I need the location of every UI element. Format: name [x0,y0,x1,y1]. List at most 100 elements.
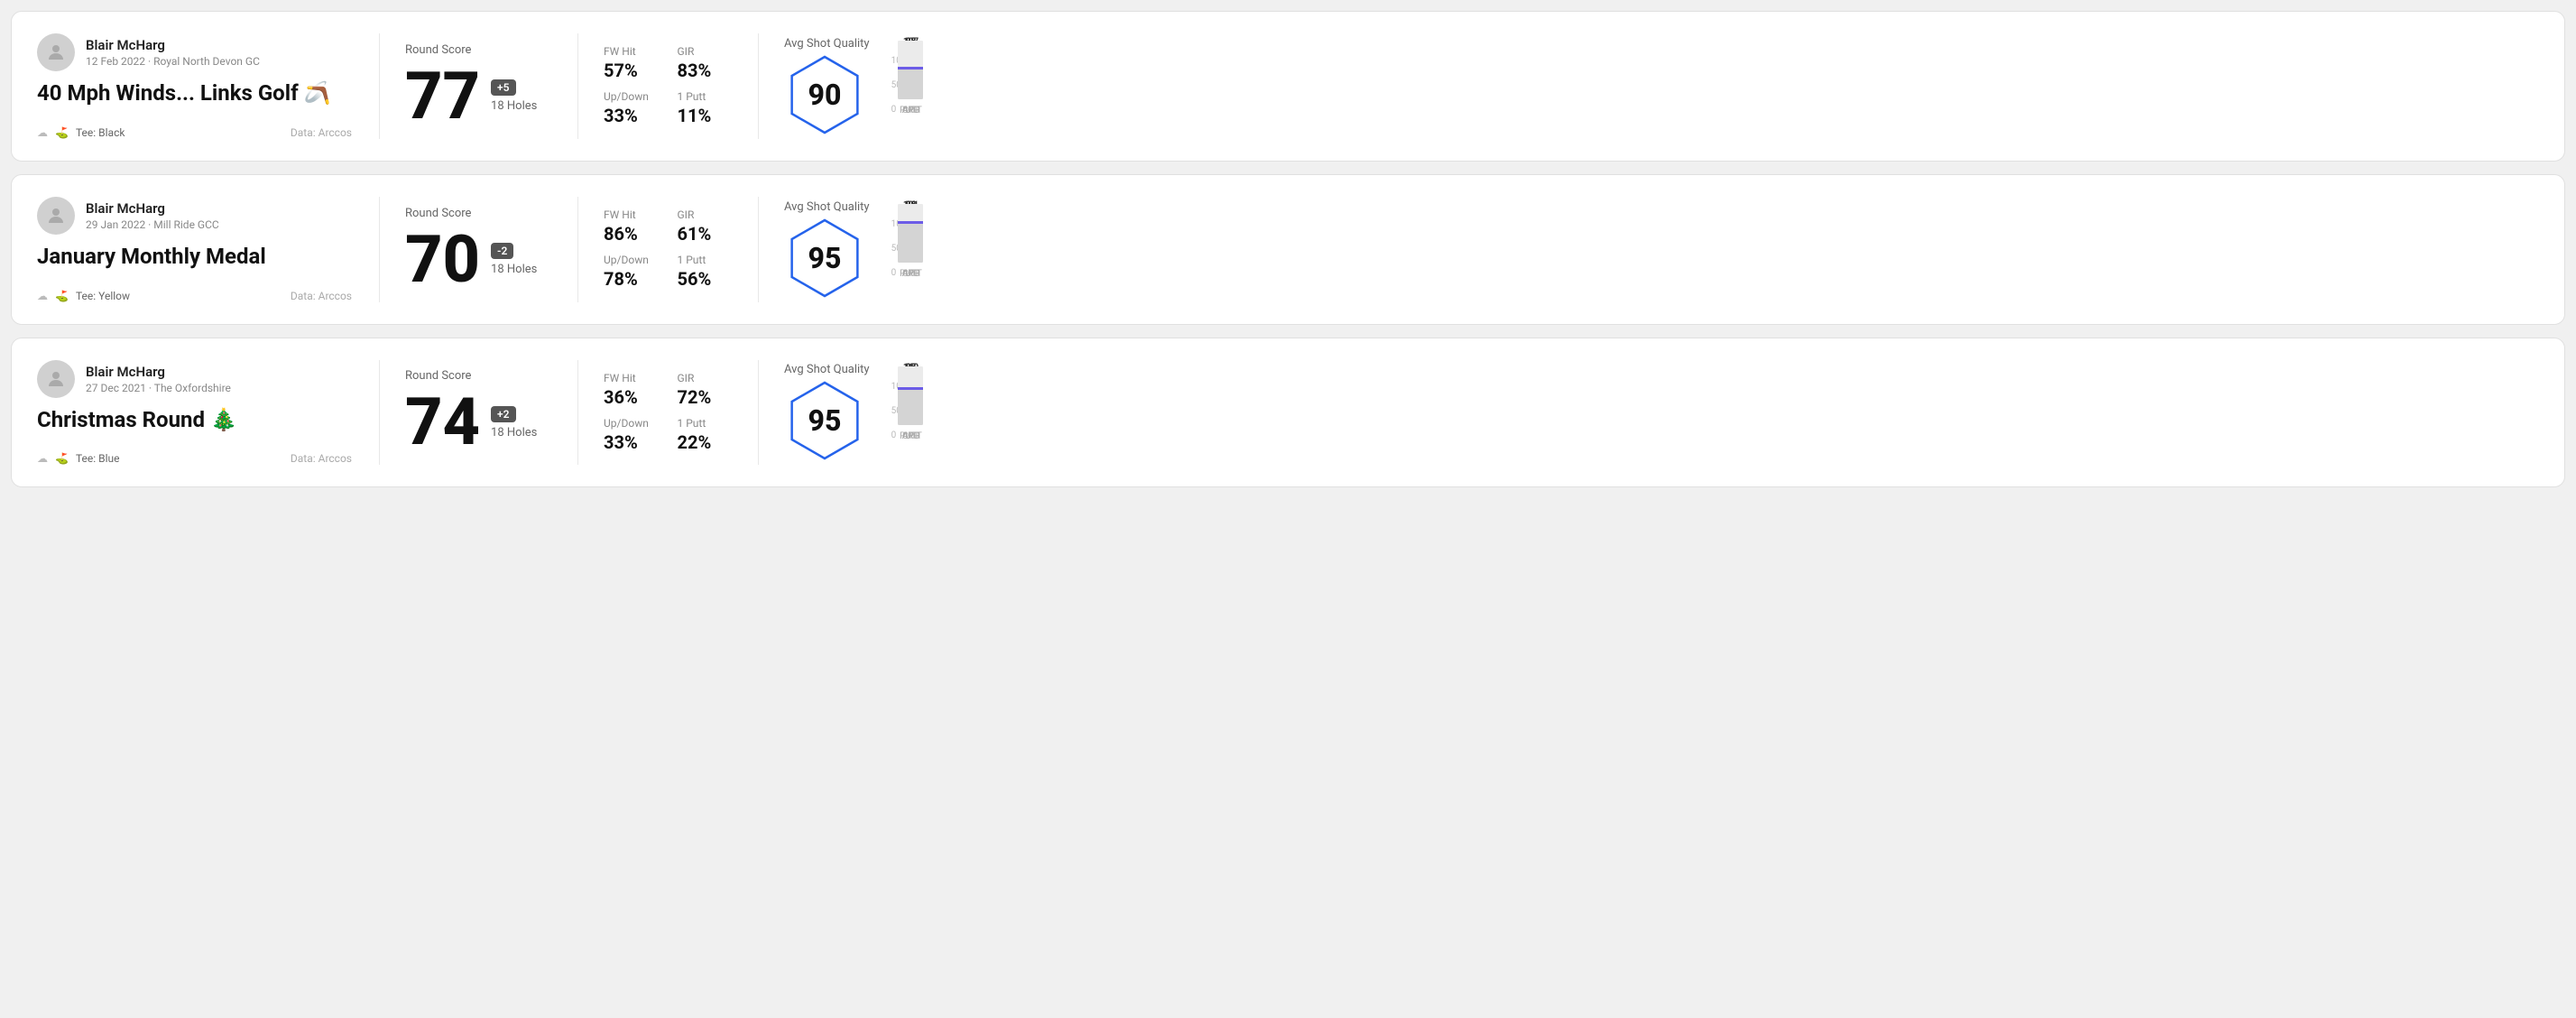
card-left-section: Blair McHarg 27 Dec 2021 · The Oxfordshi… [37,360,380,466]
quality-score-value: 95 [808,403,842,438]
user-date-course: 29 Jan 2022 · Mill Ride GCC [86,218,219,231]
one-putt-stat: 1 Putt 56% [678,254,734,290]
score-row: 70 -2 18 Holes [405,227,552,292]
updown-value: 78% [604,268,660,290]
data-source: Data: Arccos [291,126,352,139]
quality-score-value: 90 [808,78,842,112]
updown-value: 33% [604,431,660,453]
fw-hit-value: 86% [604,223,660,245]
one-putt-label: 1 Putt [678,90,734,103]
avatar [37,360,75,398]
data-source: Data: Arccos [291,290,352,302]
score-diff-badge: +5 [491,79,515,96]
shot-quality-section: Avg Shot Quality 90 100 50 0 107 OTT [759,33,2539,139]
user-name: Blair McHarg [86,200,219,217]
round-title: January Monthly Medal [37,244,352,270]
score-badge-col: -2 18 Holes [491,243,537,276]
bar-x-label: PUTT [900,431,922,441]
gir-stat: GIR 72% [678,372,734,408]
gir-value: 72% [678,386,734,408]
stats-section: FW Hit 57% GIR 83% Up/Down 33% 1 Putt 11… [578,33,759,139]
avg-shot-quality-label: Avg Shot Quality [784,363,870,376]
tee-label: Tee: Black [76,126,125,139]
data-source: Data: Arccos [291,452,352,465]
score-number: 77 [405,64,480,129]
score-badge-col: +5 18 Holes [491,79,537,113]
one-putt-value: 11% [678,105,734,126]
gir-value: 83% [678,60,734,81]
round-score-label: Round Score [405,207,552,220]
updown-label: Up/Down [604,417,660,430]
quality-score-col: Avg Shot Quality 90 [784,37,870,135]
one-putt-stat: 1 Putt 22% [678,417,734,453]
user-date-course: 12 Feb 2022 · Royal North Devon GC [86,55,260,68]
hex-score-container: 95 [784,380,870,461]
gir-stat: GIR 83% [678,45,734,81]
holes-label: 18 Holes [491,99,537,113]
shot-quality-section: Avg Shot Quality 95 100 50 0 101 OTT [759,197,2539,302]
score-number: 74 [405,390,480,455]
user-date-course: 27 Dec 2021 · The Oxfordshire [86,382,231,394]
user-name: Blair McHarg [86,364,231,380]
user-text: Blair McHarg 27 Dec 2021 · The Oxfordshi… [86,364,231,394]
updown-stat: Up/Down 33% [604,90,660,126]
one-putt-value: 56% [678,268,734,290]
hex-container: 90 [784,54,865,135]
fw-hit-stat: FW Hit 57% [604,45,660,81]
stats-grid: FW Hit 86% GIR 61% Up/Down 78% 1 Putt 56… [604,208,733,290]
score-row: 77 +5 18 Holes [405,64,552,129]
bag-icon: ⛳ [55,290,69,302]
card-left-section: Blair McHarg 12 Feb 2022 · Royal North D… [37,33,380,139]
round-card: Blair McHarg 29 Jan 2022 · Mill Ride GCC… [11,174,2565,325]
fw-hit-label: FW Hit [604,372,660,384]
bar-chart-wrapper: 100 50 0 101 OTT 86 APP 96 ARG [891,202,2514,297]
bar-x-label: PUTT [900,269,922,279]
fw-hit-value: 36% [604,386,660,408]
user-name: Blair McHarg [86,37,260,53]
avatar [37,197,75,235]
hex-container: 95 [784,380,865,461]
tee-label: Tee: Blue [76,452,120,465]
card-left-section: Blair McHarg 29 Jan 2022 · Mill Ride GCC… [37,197,380,302]
bar-chart-wrapper: 100 50 0 107 OTT 95 APP 98 ARG [891,39,2514,134]
gir-label: GIR [678,372,734,384]
avg-shot-quality-label: Avg Shot Quality [784,37,870,51]
tee-info: ☁ ⛳ Tee: Black [37,126,125,139]
bag-icon: ⛳ [55,126,69,139]
score-number: 70 [405,227,480,292]
round-title: Christmas Round 🎄 [37,407,352,433]
round-card: Blair McHarg 27 Dec 2021 · The Oxfordshi… [11,338,2565,488]
card-footer: ☁ ⛳ Tee: Black Data: Arccos [37,126,352,139]
round-score-section: Round Score 74 +2 18 Holes [380,360,578,466]
tee-label: Tee: Yellow [76,290,130,302]
bar-chart-wrapper: 100 50 0 110 OTT 87 APP 95 ARG [891,365,2514,459]
updown-stat: Up/Down 33% [604,417,660,453]
bar-x-label: PUTT [900,106,922,116]
card-footer: ☁ ⛳ Tee: Yellow Data: Arccos [37,290,352,302]
tee-info: ☁ ⛳ Tee: Yellow [37,290,130,302]
round-score-label: Round Score [405,369,552,383]
hex-container: 95 [784,217,865,299]
round-score-label: Round Score [405,43,552,57]
quality-score-col: Avg Shot Quality 95 [784,363,870,461]
user-info: Blair McHarg 27 Dec 2021 · The Oxfordshi… [37,360,352,398]
user-text: Blair McHarg 12 Feb 2022 · Royal North D… [86,37,260,68]
quality-score-value: 95 [808,241,842,275]
stats-grid: FW Hit 36% GIR 72% Up/Down 33% 1 Putt 22… [604,372,733,453]
stats-section: FW Hit 86% GIR 61% Up/Down 78% 1 Putt 56… [578,197,759,302]
updown-label: Up/Down [604,90,660,103]
round-title: 40 Mph Winds... Links Golf 🪃 [37,80,352,106]
round-card: Blair McHarg 12 Feb 2022 · Royal North D… [11,11,2565,162]
tee-info: ☁ ⛳ Tee: Blue [37,452,120,465]
gir-stat: GIR 61% [678,208,734,245]
one-putt-value: 22% [678,431,734,453]
user-info: Blair McHarg 12 Feb 2022 · Royal North D… [37,33,352,71]
score-row: 74 +2 18 Holes [405,390,552,455]
gir-label: GIR [678,45,734,58]
bag-icon: ⛳ [55,452,69,465]
avg-shot-quality-label: Avg Shot Quality [784,200,870,214]
cloud-icon: ☁ [37,126,48,139]
hex-score-container: 95 [784,217,870,299]
one-putt-label: 1 Putt [678,417,734,430]
updown-stat: Up/Down 78% [604,254,660,290]
